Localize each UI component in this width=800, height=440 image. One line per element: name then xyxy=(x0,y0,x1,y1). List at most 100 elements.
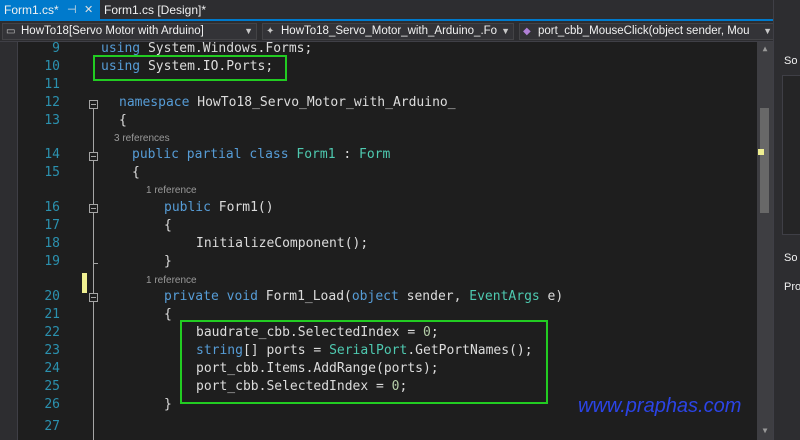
line-number: 11 xyxy=(44,77,60,92)
code-token: e) xyxy=(539,289,564,304)
line-number: 12 xyxy=(44,95,60,110)
codelens-text[interactable]: 1 reference xyxy=(146,273,197,289)
highlight-box-using xyxy=(93,55,287,81)
line-number: 9 xyxy=(52,41,60,56)
code-text: public Form1() xyxy=(164,199,274,217)
code-text: { xyxy=(164,218,172,233)
scroll-down-icon[interactable]: ▼ xyxy=(757,426,773,435)
keyword: object xyxy=(351,289,399,304)
panel-tab[interactable]: So xyxy=(784,252,797,264)
scroll-up-icon[interactable]: ▲ xyxy=(757,44,773,53)
class-dropdown-label: HowTo18_Servo_Motor_with_Arduino_.Fo xyxy=(281,25,498,37)
line-number: 25 xyxy=(44,379,60,394)
chevron-down-icon: ▼ xyxy=(244,26,253,36)
type-name: Form xyxy=(359,147,391,162)
line-number: 19 xyxy=(44,254,60,269)
line-number: 26 xyxy=(44,397,60,412)
change-marker xyxy=(758,149,764,155)
codelens-references[interactable]: 1 reference xyxy=(0,183,740,199)
member-dropdown[interactable]: ◆ port_cbb_MouseClick(object sender, Mou… xyxy=(519,23,776,40)
code-token: : xyxy=(335,147,360,162)
line-number: 13 xyxy=(44,113,60,128)
chevron-down-icon: ▼ xyxy=(501,26,510,36)
line-number: 14 xyxy=(44,147,60,162)
keyword: partial xyxy=(186,147,242,162)
project-dropdown[interactable]: ▭ HowTo18[Servo Motor with Arduino] ▼ xyxy=(2,23,257,40)
keyword: namespace xyxy=(119,95,190,110)
code-line: 15 { xyxy=(18,164,758,182)
tab-form1-design[interactable]: Form1.cs [Design]* xyxy=(100,0,240,21)
chevron-down-icon: ▼ xyxy=(763,26,772,36)
line-number: 18 xyxy=(44,236,60,251)
line-number: 20 xyxy=(44,289,60,304)
csharp-project-icon: ▭ xyxy=(6,26,16,37)
member-dropdown-label: port_cbb_MouseClick(object sender, Mou xyxy=(538,25,750,37)
line-number: 27 xyxy=(44,419,60,434)
code-text: { xyxy=(119,113,127,128)
code-line: 19 } xyxy=(18,253,758,271)
project-dropdown-label: HowTo18[Servo Motor with Arduino] xyxy=(21,25,204,37)
navigation-bar: ▭ HowTo18[Servo Motor with Arduino] ▼ ✦ … xyxy=(0,21,780,42)
line-number: 17 xyxy=(44,218,60,233)
keyword: void xyxy=(226,289,258,304)
code-line: 12 namespace HowTo18_Servo_Motor_with_Ar… xyxy=(18,94,758,112)
line-number: 16 xyxy=(44,200,60,215)
code-token: sender, xyxy=(398,289,470,304)
highlight-box-load-body xyxy=(180,320,548,404)
code-token: Form1_Load( xyxy=(257,289,352,304)
vertical-scrollbar[interactable]: ▲ ▼ xyxy=(757,42,773,440)
code-line: 17 { xyxy=(18,217,758,235)
line-number: 23 xyxy=(44,343,60,358)
properties-tab[interactable]: Pro xyxy=(784,281,800,293)
code-line: 18 InitializeComponent(); xyxy=(18,235,758,253)
watermark: www.praphas.com xyxy=(578,395,742,417)
code-text: private void Form1_Load(object sender, E… xyxy=(164,288,563,306)
codelens-references[interactable]: 1 reference xyxy=(0,273,740,289)
codelens-text[interactable]: 1 reference xyxy=(146,183,197,199)
code-text: { xyxy=(164,307,172,322)
method-icon: ◆ xyxy=(523,26,531,37)
code-text: { xyxy=(132,165,140,180)
code-token: Form1() xyxy=(210,200,274,215)
keyword: public xyxy=(164,200,211,215)
keyword: private xyxy=(164,289,219,304)
line-number: 24 xyxy=(44,361,60,376)
code-token: HowTo18_Servo_Motor_with_Arduino_ xyxy=(189,95,456,110)
tab-label: Form1.cs [Design]* xyxy=(104,3,207,17)
line-number: 10 xyxy=(44,59,60,74)
code-line: 13 { xyxy=(18,112,758,130)
code-token: System.Windows.Forms; xyxy=(140,41,313,56)
keyword: class xyxy=(249,147,289,162)
code-text: } xyxy=(164,397,172,412)
line-number: 22 xyxy=(44,325,60,340)
indicator-margin xyxy=(0,42,17,440)
document-tab-strip: Form1.cs* ⊣ ✕ Form1.cs [Design]* xyxy=(0,0,780,21)
tab-label: Form1.cs* xyxy=(4,3,59,17)
keyword: public xyxy=(132,147,179,162)
close-icon[interactable]: ✕ xyxy=(84,0,93,21)
tab-form1-cs[interactable]: Form1.cs* ⊣ ✕ xyxy=(0,0,100,21)
class-dropdown[interactable]: ✦ HowTo18_Servo_Motor_with_Arduino_.Fo ▼ xyxy=(262,23,514,40)
line-number: 21 xyxy=(44,307,60,322)
code-line: 20 private void Form1_Load(object sender… xyxy=(18,288,758,306)
line-number: 15 xyxy=(44,165,60,180)
code-line: 16 public Form1() xyxy=(18,199,758,217)
scrollbar-thumb[interactable] xyxy=(760,108,769,213)
code-line: 14 public partial class Form1 : Form xyxy=(18,146,758,164)
code-text: namespace HowTo18_Servo_Motor_with_Ardui… xyxy=(119,94,456,112)
codelens-references[interactable]: 3 references xyxy=(0,131,740,147)
code-line: 27 xyxy=(18,418,758,436)
type-name: EventArgs xyxy=(469,289,540,304)
panel-content xyxy=(782,75,800,235)
code-editor[interactable]: 9 using System.Windows.Forms; 10 using S… xyxy=(0,41,773,440)
code-text: } xyxy=(164,254,172,269)
code-text: public partial class Form1 : Form xyxy=(132,146,390,164)
class-icon: ✦ xyxy=(266,26,275,37)
pin-icon[interactable]: ⊣ xyxy=(67,0,77,21)
codelens-text[interactable]: 3 references xyxy=(114,131,170,147)
code-text: InitializeComponent(); xyxy=(196,236,369,251)
panel-title[interactable]: So xyxy=(784,55,797,67)
solution-explorer-panel: So So Pro xyxy=(773,0,800,440)
keyword: using xyxy=(101,41,141,56)
type-name: Form1 xyxy=(296,147,336,162)
